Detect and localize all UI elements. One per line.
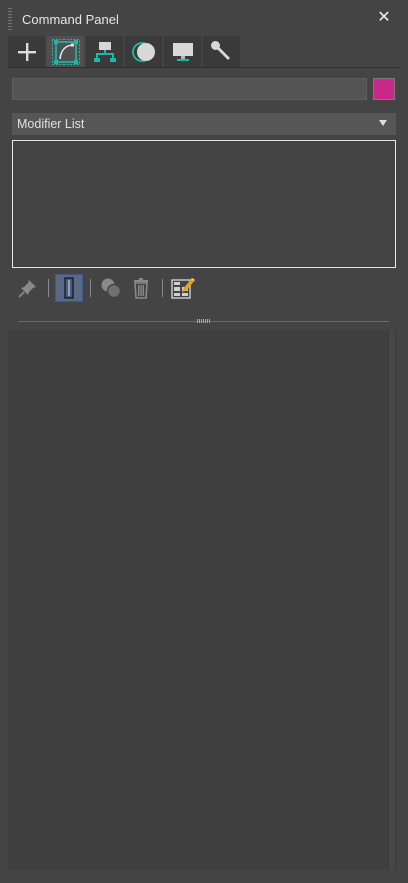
tab-motion[interactable] — [125, 36, 162, 68]
modify-curve-icon — [51, 39, 80, 65]
tabs-divider — [8, 67, 400, 68]
hierarchy-icon — [93, 42, 116, 62]
make-unique-icon — [101, 278, 122, 299]
drag-grip-icon[interactable] — [8, 8, 12, 30]
modifier-list-label: Modifier List — [17, 117, 85, 131]
parameters-rollout-area — [8, 330, 388, 870]
tab-create[interactable] — [8, 36, 45, 68]
chevron-down-icon — [379, 120, 387, 126]
command-panel-tabs — [8, 36, 240, 68]
tab-display[interactable] — [164, 36, 201, 68]
command-panel: Command Panel ✕ Modifier List — [0, 0, 408, 883]
display-monitor-icon — [172, 43, 193, 61]
object-name-input[interactable] — [12, 78, 367, 100]
configure-sets-icon — [171, 278, 195, 299]
tab-hierarchy[interactable] — [86, 36, 123, 68]
vertical-scrollbar[interactable] — [388, 330, 396, 870]
modifier-list-dropdown[interactable]: Modifier List — [12, 113, 396, 135]
trash-icon — [134, 278, 148, 299]
object-color-swatch[interactable] — [373, 78, 395, 100]
make-unique-button[interactable] — [97, 274, 125, 302]
stack-toolbar — [12, 274, 396, 302]
toolbar-separator — [48, 279, 49, 297]
resize-handle-icon[interactable] — [197, 319, 211, 323]
tab-modify[interactable] — [47, 36, 84, 68]
close-icon[interactable]: ✕ — [376, 10, 392, 26]
pin-icon — [18, 280, 36, 298]
toolbar-separator — [162, 279, 163, 297]
panel-title: Command Panel — [22, 12, 119, 27]
scrollbar-thumb[interactable] — [389, 330, 395, 870]
show-end-result-button[interactable] — [55, 274, 83, 302]
configure-modifier-sets-button[interactable] — [169, 274, 197, 302]
pin-stack-button[interactable] — [14, 274, 42, 302]
title-bar[interactable]: Command Panel ✕ — [0, 0, 408, 36]
modifier-stack-list[interactable] — [12, 140, 396, 268]
motion-icon — [131, 42, 155, 62]
tab-utilities[interactable] — [203, 36, 240, 68]
toolbar-separator — [90, 279, 91, 297]
show-end-result-icon — [64, 277, 74, 299]
plus-icon — [17, 43, 36, 61]
remove-modifier-button[interactable] — [127, 274, 155, 302]
wrench-icon — [210, 41, 230, 60]
